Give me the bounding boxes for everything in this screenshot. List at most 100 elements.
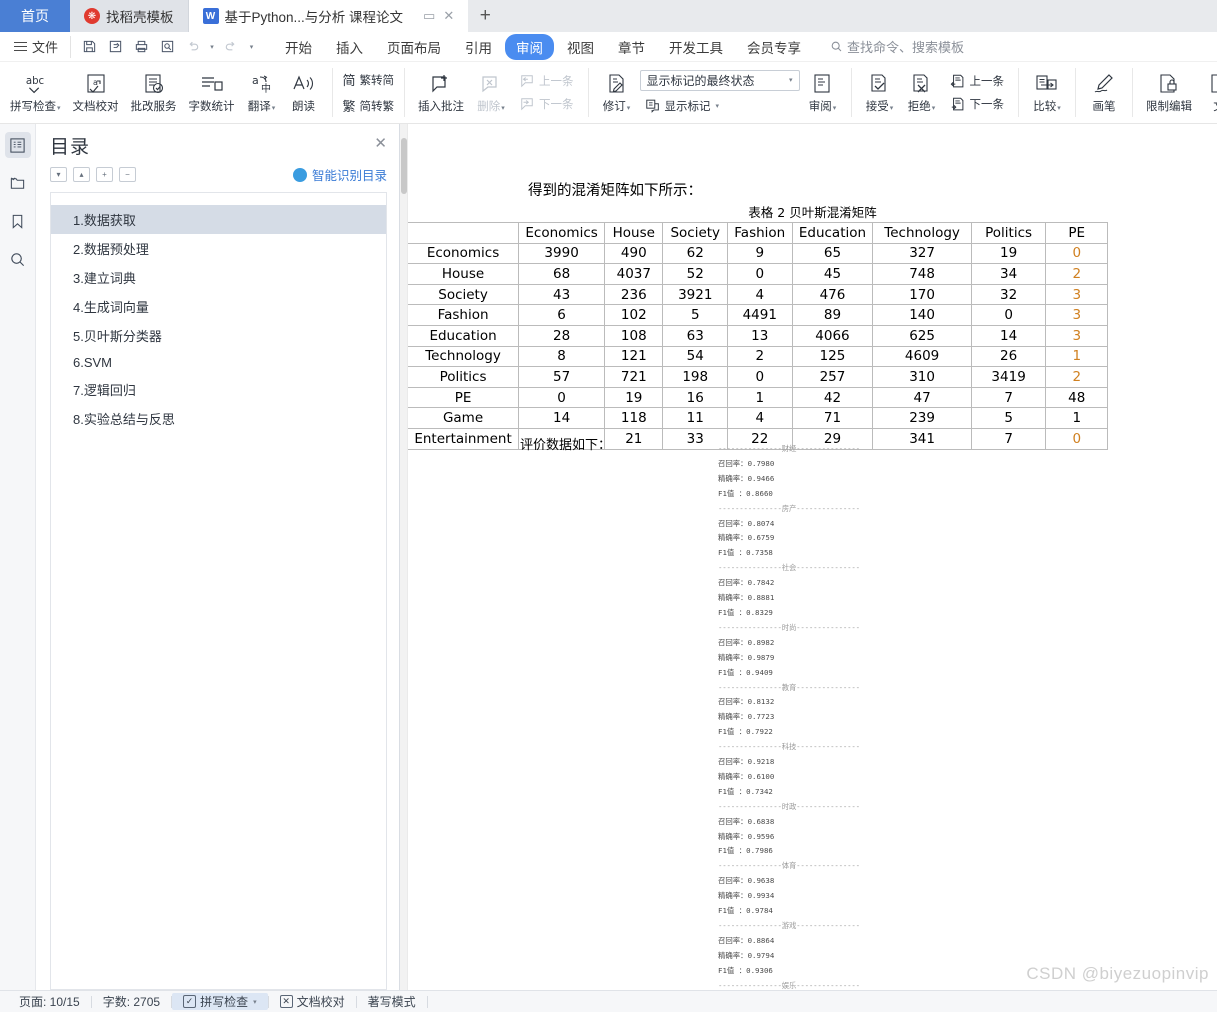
trad-to-simp-button[interactable]: 简 繁转简 <box>338 68 400 91</box>
command-search-box[interactable]: 查找命令、搜索模板 <box>830 37 964 56</box>
ribbon-group-protect: 限制编辑 文 <box>1136 62 1217 123</box>
cell: 102 <box>604 304 664 326</box>
toc-expand-all-button[interactable]: + <box>96 167 113 182</box>
print-preview-icon[interactable] <box>155 36 179 58</box>
toc-item-8[interactable]: 8.实验总结与反思 <box>51 404 386 433</box>
cell: 13 <box>727 324 793 347</box>
sidebar-rail-toc[interactable] <box>4 132 31 158</box>
ribbon-tab-member[interactable]: 会员专享 <box>736 34 812 60</box>
sidebar-rail-chapters[interactable] <box>5 170 31 196</box>
metric-f1: F1值 ：0.9784 <box>718 906 773 916</box>
prev-change-button[interactable]: 上一条 <box>945 71 1010 91</box>
tab-close-icon[interactable]: ✕ <box>443 8 454 24</box>
ribbon-tab-references[interactable]: 引用 <box>454 34 503 60</box>
compare-docs-icon <box>1033 71 1061 99</box>
save-as-icon[interactable] <box>103 36 127 58</box>
next-comment-button[interactable]: 下一条 <box>514 94 579 114</box>
page-indicator[interactable]: 页面: 10/15 <box>8 993 91 1010</box>
prev-comment-button[interactable]: 上一条 <box>514 71 579 91</box>
next-change-label: 下一条 <box>969 99 1005 111</box>
document-proofread-button[interactable]: a 文档校对 <box>67 62 125 123</box>
scrollbar-thumb[interactable] <box>401 138 407 194</box>
ribbon-tab-chapter[interactable]: 章节 <box>607 34 656 60</box>
cell: 62 <box>662 242 728 265</box>
tab-restore-icon[interactable]: ▭ <box>423 8 435 24</box>
word-count-indicator[interactable]: 字数: 2705 <box>92 993 171 1010</box>
ribbon-tab-page-layout[interactable]: 页面布局 <box>376 34 452 60</box>
spell-check-button[interactable]: abc 拼写检查▾ <box>4 62 67 123</box>
markup-state-dropdown[interactable]: 显示标记的最终状态 ▾ <box>639 69 800 91</box>
tab-home[interactable]: 首页 <box>0 0 70 32</box>
document-page[interactable]: 得到的混淆矩阵如下所示： 表格 2 贝叶斯混淆矩阵 Economics Hous… <box>408 124 1217 990</box>
ribbon-tab-review[interactable]: 审阅 <box>505 33 555 60</box>
cell: 2 <box>1045 366 1108 388</box>
save-icon[interactable] <box>77 36 101 58</box>
toc-item-1[interactable]: 1.数据获取 <box>51 205 386 234</box>
watermark: CSDN @biyezuopinvip <box>1026 964 1209 983</box>
writing-mode-button[interactable]: 著写模式 <box>357 993 427 1010</box>
smart-recognize-toc-button[interactable]: 智能识别目录 <box>292 165 387 184</box>
metric-precision: 精确率：0.9596 <box>718 831 775 841</box>
next-change-button[interactable]: 下一条 <box>945 94 1010 114</box>
metric-recall: 召回率：0.7980 <box>718 458 775 468</box>
document-permission-button[interactable]: 文 <box>1198 62 1217 123</box>
ribbon-tab-view[interactable]: 视图 <box>556 34 605 60</box>
document-vertical-scrollbar[interactable] <box>400 124 408 990</box>
sidebar-rail-bookmarks[interactable] <box>5 208 31 234</box>
word-count-button[interactable]: 字数统计 <box>183 62 241 123</box>
tab-active-document[interactable]: W 基于Python...与分析 课程论文 ▭ ✕ <box>188 0 469 32</box>
review-pane-button[interactable]: 审阅▾ <box>802 62 844 123</box>
col-header-0 <box>408 222 520 244</box>
compare-docs-button[interactable]: 比较▾ <box>1026 62 1068 123</box>
cell: 16 <box>662 386 728 409</box>
toc-item-7[interactable]: 7.逻辑回归 <box>51 375 386 404</box>
toc-close-icon[interactable]: ✕ <box>374 132 387 151</box>
restrict-edit-button[interactable]: 限制编辑 <box>1140 62 1198 123</box>
customize-qat-icon[interactable]: ▾ <box>244 36 258 58</box>
simp-to-trad-button[interactable]: 繁 简转繁 <box>338 94 400 117</box>
insert-comment-button[interactable]: 插入批注 <box>412 62 470 123</box>
toc-collapse-up-button[interactable]: ▴ <box>73 167 90 182</box>
track-changes-button[interactable]: 修订▾ <box>596 62 638 123</box>
toc-item-5[interactable]: 5.贝叶斯分类器 <box>51 321 386 350</box>
accept-change-button[interactable]: 接受▾ <box>859 62 901 123</box>
cell: 28 <box>518 324 606 347</box>
sidebar-rail-search[interactable] <box>5 246 31 272</box>
show-markup-button[interactable]: 显示标记 ▾ <box>640 96 800 116</box>
toc-item-4[interactable]: 4.生成词向量 <box>51 292 386 321</box>
undo-icon[interactable] <box>181 36 205 58</box>
toc-collapse-all-button[interactable]: − <box>119 167 136 182</box>
cell: 32 <box>970 283 1047 306</box>
proofread-status-button[interactable]: ✕ 文档校对 <box>269 993 356 1010</box>
print-icon[interactable] <box>129 36 153 58</box>
tab-docer-template[interactable]: ❋ 找稻壳模板 <box>70 0 189 32</box>
metric-f1: F1值 ：0.7342 <box>718 786 773 796</box>
toc-item-6[interactable]: 6.SVM <box>51 350 386 375</box>
toc-expand-down-button[interactable]: ▾ <box>50 167 67 182</box>
ribbon-tab-start[interactable]: 开始 <box>274 34 323 60</box>
new-tab-button[interactable]: + <box>468 0 502 32</box>
redo-icon[interactable] <box>218 36 242 58</box>
file-menu-button[interactable]: 文件 <box>6 37 66 56</box>
read-aloud-button[interactable]: 朗读 <box>283 62 325 123</box>
smart-toc-icon <box>292 167 307 182</box>
reject-change-button[interactable]: 拒绝▾ <box>901 62 943 123</box>
cell: 236 <box>604 283 664 306</box>
correction-service-button[interactable]: 批改服务 <box>125 62 183 123</box>
ribbon-tab-insert[interactable]: 插入 <box>325 34 374 60</box>
table-row: Politics 57 721 198 0 257 310 3419 2 <box>408 366 1108 388</box>
translate-button[interactable]: a 中 翻译▾ <box>241 62 283 123</box>
delete-comment-button[interactable]: 删除▾ <box>470 62 512 123</box>
row-label: PE <box>408 386 520 409</box>
toc-item-3[interactable]: 3.建立词典 <box>51 263 386 292</box>
cell: 57 <box>518 366 606 388</box>
spellcheck-status-button[interactable]: ✓ 拼写检查 ▾ <box>172 993 268 1010</box>
col-header-fashion: Fashion <box>727 222 793 244</box>
toc-item-2[interactable]: 2.数据预处理 <box>51 234 386 263</box>
word-count-label: 字数统计 <box>188 101 235 113</box>
cell: 625 <box>872 324 972 347</box>
undo-dropdown-icon[interactable]: ▾ <box>207 36 216 58</box>
metric-recall: 召回率：0.6838 <box>718 816 775 826</box>
ribbon-tab-dev-tools[interactable]: 开发工具 <box>658 34 734 60</box>
brush-pen-button[interactable]: 画笔 <box>1083 62 1125 123</box>
